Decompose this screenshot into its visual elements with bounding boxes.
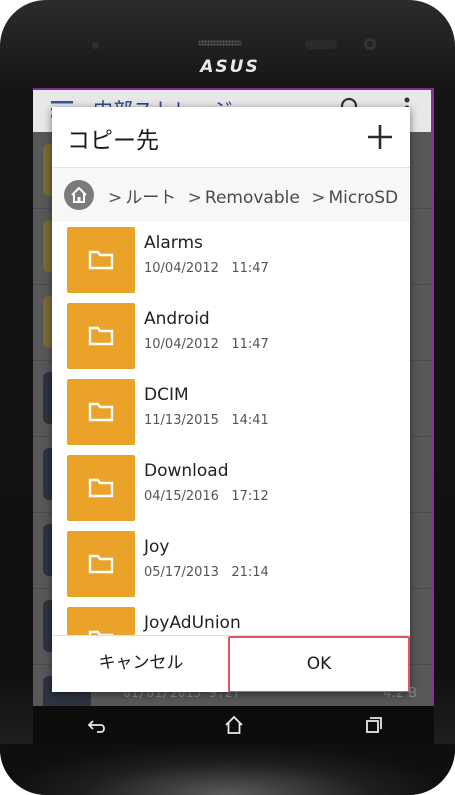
folder-row-download[interactable]: Download 04/15/2016 17:12 (52, 450, 410, 527)
folder-row-android[interactable]: Android 10/04/2012 11:47 (52, 298, 410, 375)
folder-tile (67, 531, 135, 597)
folder-row-alarms[interactable]: Alarms 10/04/2012 11:47 (52, 222, 410, 299)
dialog-footer: キャンセル OK (52, 635, 410, 692)
folder-name: Download (144, 461, 229, 481)
sensor-dot (92, 42, 99, 49)
home-icon[interactable] (64, 180, 94, 210)
back-icon[interactable] (85, 714, 107, 736)
folder-tile (67, 227, 135, 293)
folder-icon (88, 326, 114, 346)
proximity-sensor (305, 40, 337, 49)
plus-icon[interactable] (362, 119, 398, 155)
dialog-title: コピー先 (67, 128, 159, 154)
folder-name: Android (144, 309, 210, 329)
folder-name: Joy (144, 537, 170, 557)
breadcrumb-microsd[interactable]: MicroSD (328, 188, 398, 208)
earpiece-speaker (198, 40, 242, 46)
folder-name: JoyAdUnion (144, 613, 241, 633)
phone-top-bezel: ASUS (0, 0, 455, 90)
folder-icon (88, 554, 114, 574)
folder-row-dcim[interactable]: DCIM 11/13/2015 14:41 (52, 374, 410, 451)
cancel-button[interactable]: キャンセル (52, 636, 230, 692)
ok-button[interactable]: OK (228, 636, 410, 692)
folder-name: Alarms (144, 233, 203, 253)
navigation-bar (33, 706, 434, 744)
phone-frame: ASUS 内部ストレージ (0, 0, 455, 795)
folder-date: 11/13/2015 14:41 (144, 413, 269, 428)
folder-tile (67, 303, 135, 369)
folder-name: DCIM (144, 385, 189, 405)
folder-row-joy[interactable]: Joy 05/17/2013 21:14 (52, 526, 410, 603)
chevron-right-icon: > (187, 188, 202, 208)
copy-destination-dialog: コピー先 > ルート > Removable > MicroSD Alarms … (52, 107, 410, 692)
chevron-right-icon: > (108, 188, 123, 208)
breadcrumb: > ルート > Removable > MicroSD (52, 167, 410, 223)
phone-bottom-bezel (0, 744, 455, 795)
folder-icon (88, 478, 114, 498)
folder-date: 04/15/2016 17:12 (144, 489, 269, 504)
folder-date: 10/04/2012 11:47 (144, 261, 269, 276)
folder-tile (67, 455, 135, 521)
breadcrumb-root[interactable]: ルート (125, 188, 176, 208)
breadcrumb-removable[interactable]: Removable (205, 188, 300, 208)
folder-icon (88, 402, 114, 422)
front-camera (364, 38, 376, 50)
folder-icon (88, 250, 114, 270)
breadcrumb-path: > ルート > Removable > MicroSD (102, 183, 398, 208)
chevron-right-icon: > (311, 188, 326, 208)
folder-tile (67, 379, 135, 445)
folder-date: 05/17/2013 21:14 (144, 565, 269, 580)
brand-logo: ASUS (200, 57, 260, 77)
home-outline-icon[interactable] (223, 714, 245, 736)
folder-date: 10/04/2012 11:47 (144, 337, 269, 352)
dialog-header: コピー先 (52, 107, 410, 165)
folder-list: Alarms 10/04/2012 11:47 Android 10/04/20… (52, 222, 410, 642)
recents-icon[interactable] (363, 714, 385, 736)
